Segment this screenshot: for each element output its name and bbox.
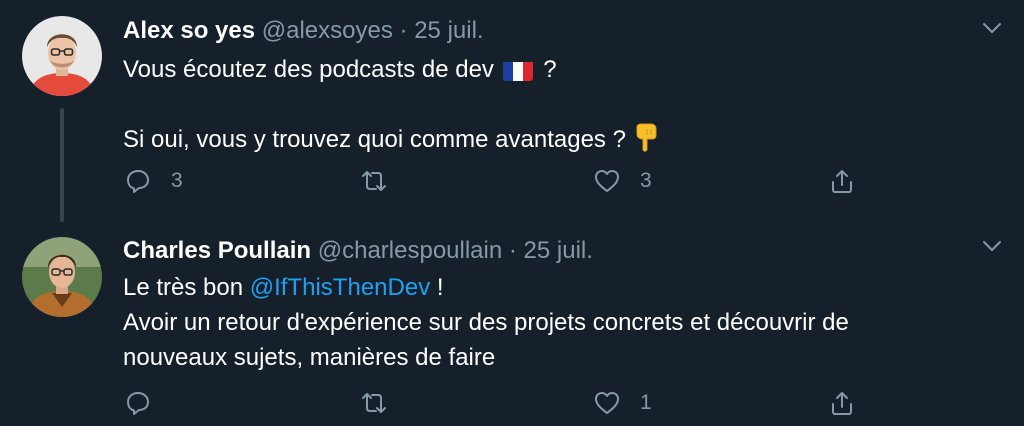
france-flag-emoji bbox=[502, 59, 533, 81]
reply-button[interactable] bbox=[124, 387, 171, 419]
tweet-text-segment: ! bbox=[436, 274, 444, 301]
share-icon bbox=[832, 170, 852, 193]
header-separator: · bbox=[508, 237, 517, 264]
tweet-text-line: Le très bon @IfThisThenDev ! bbox=[123, 270, 983, 305]
retweet-icon bbox=[362, 393, 386, 413]
display-name[interactable]: Charles Poullain bbox=[123, 237, 311, 264]
tweet-header: Charles Poullain @charlespoullain · 25 j… bbox=[123, 236, 593, 266]
heart-icon bbox=[595, 170, 619, 192]
chevron-down-icon[interactable] bbox=[981, 17, 1003, 39]
like-button[interactable]: 1 bbox=[593, 387, 652, 419]
tweet-header: Alex so yes @alexsoyes · 25 juil. bbox=[123, 16, 484, 46]
avatar[interactable] bbox=[22, 237, 102, 317]
retweet-icon bbox=[362, 171, 386, 191]
share-icon bbox=[832, 392, 852, 415]
reply-count: 3 bbox=[171, 169, 183, 192]
reply-icon bbox=[127, 170, 149, 193]
tweet[interactable]: Charles Poullain @charlespoullain · 25 j… bbox=[0, 222, 1024, 426]
tweet-text: Vous écoutez des podcasts de dev ? Si ou… bbox=[123, 52, 983, 157]
mention-link[interactable]: @IfThisThenDev bbox=[250, 274, 430, 301]
tweet-actions: 3 3 bbox=[0, 161, 1024, 201]
like-count: 1 bbox=[640, 391, 652, 414]
tweet-text-line: Vous écoutez des podcasts de dev ? bbox=[123, 52, 983, 87]
reply-icon bbox=[127, 392, 149, 415]
like-button[interactable]: 3 bbox=[593, 165, 652, 197]
tweet-date[interactable]: 25 juil. bbox=[414, 17, 483, 44]
header-separator: · bbox=[399, 17, 408, 44]
tweet-text-line: nouveaux sujets, manières de faire bbox=[123, 344, 496, 371]
tweet-text-line: Avoir un retour d'expérience sur des pro… bbox=[123, 309, 849, 336]
user-handle[interactable]: @alexsoyes bbox=[262, 17, 393, 44]
retweet-button[interactable] bbox=[360, 387, 407, 419]
reply-button[interactable]: 3 bbox=[124, 165, 183, 197]
tweet-text-line: Si oui, vous y trouvez quoi comme avanta… bbox=[123, 122, 983, 157]
chevron-down-icon[interactable] bbox=[981, 235, 1003, 257]
tweet-actions: 1 bbox=[0, 383, 1024, 423]
heart-icon bbox=[595, 392, 619, 414]
tweet-text-segment: Le très bon bbox=[123, 274, 244, 301]
tweet-text-segment: Si oui, vous y trouvez quoi comme avanta… bbox=[123, 126, 626, 153]
tweet-text-segment: ? bbox=[543, 56, 557, 83]
retweet-button[interactable] bbox=[360, 165, 407, 197]
pointing-down-emoji bbox=[632, 123, 660, 153]
tweet-text-segment: Vous écoutez des podcasts de dev bbox=[123, 56, 494, 83]
like-count: 3 bbox=[640, 169, 652, 192]
user-handle[interactable]: @charlespoullain bbox=[318, 237, 502, 264]
tweet[interactable]: Alex so yes @alexsoyes · 25 juil. Vous é… bbox=[0, 0, 1024, 222]
display-name[interactable]: Alex so yes bbox=[123, 17, 255, 44]
share-button[interactable] bbox=[828, 387, 856, 419]
tweet-date[interactable]: 25 juil. bbox=[524, 237, 593, 264]
tweet-text: Le très bon @IfThisThenDev ! Avoir un re… bbox=[123, 270, 983, 375]
share-button[interactable] bbox=[828, 165, 856, 197]
tweet-thread: Alex so yes @alexsoyes · 25 juil. Vous é… bbox=[0, 0, 1024, 426]
avatar[interactable] bbox=[22, 16, 102, 96]
